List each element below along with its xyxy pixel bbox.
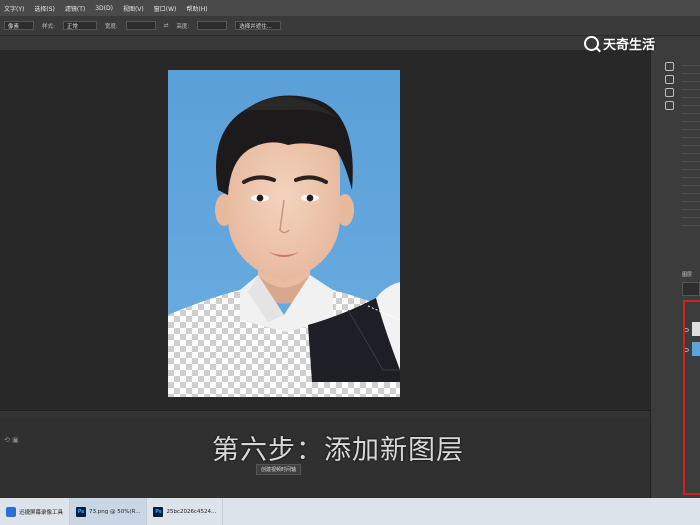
- panel-icon-column: [660, 58, 678, 128]
- document-tab-bar: [0, 36, 660, 50]
- properties-icon[interactable]: [664, 75, 674, 84]
- menu-3d[interactable]: 3D(D): [95, 5, 113, 12]
- menu-filter[interactable]: 滤镜(T): [65, 4, 85, 13]
- watermark-text: 天奇生活: [603, 38, 656, 53]
- taskbar-item-recorder[interactable]: 迅捷屏幕录像工具: [0, 498, 71, 525]
- taskbar-item-label: 迅捷屏幕录像工具: [19, 509, 64, 516]
- menu-window[interactable]: 窗口(W): [154, 4, 177, 13]
- step-caption: 第六步：添加新图层: [212, 435, 464, 466]
- taskbar: 迅捷屏幕录像工具 Ps 73.png @ 50%(R... Ps 25bc202…: [0, 498, 700, 525]
- layer-filter-field[interactable]: [682, 282, 700, 296]
- width-label: 宽度:: [104, 23, 118, 30]
- document-canvas[interactable]: [168, 70, 400, 397]
- menu-select[interactable]: 选择(S): [34, 4, 55, 13]
- menu-text[interactable]: 文字(Y): [4, 4, 24, 13]
- feather-field[interactable]: 像素: [4, 21, 34, 30]
- taskbar-item-photoshop-doc1[interactable]: Ps 73.png @ 50%(R...: [70, 498, 148, 525]
- height-field[interactable]: [197, 21, 228, 30]
- menu-help[interactable]: 帮助(H): [186, 4, 207, 13]
- horizontal-scrollbar[interactable]: [0, 410, 650, 418]
- height-label: 高度:: [176, 23, 190, 30]
- style-label: 样式:: [42, 23, 55, 30]
- history-list[interactable]: [682, 58, 700, 228]
- layers-panel-title: 图层: [682, 272, 693, 278]
- swap-icon[interactable]: ⇄: [164, 23, 169, 29]
- options-bar: 像素 样式: 正常 宽度: ⇄ 高度: 选择并遮住...: [0, 16, 700, 36]
- photoshop-app-icon: Ps: [153, 506, 164, 517]
- highlight-box: [683, 300, 700, 495]
- taskbar-item-label: 73.png @ 50%(R...: [89, 508, 141, 515]
- portrait-image: [168, 70, 400, 397]
- style-select[interactable]: 正常: [62, 21, 97, 30]
- photoshop-app-icon: Ps: [76, 506, 87, 517]
- recorder-app-icon: [6, 506, 16, 517]
- brush-icon[interactable]: [664, 101, 674, 110]
- history-icon[interactable]: [664, 62, 674, 71]
- menu-bar: 文字(Y) 选择(S) 滤镜(T) 3D(D) 视图(V) 窗口(W) 帮助(H…: [0, 0, 700, 16]
- adjustments-icon[interactable]: [664, 88, 674, 97]
- menu-view[interactable]: 视图(V): [123, 4, 144, 13]
- width-field[interactable]: [125, 21, 156, 30]
- taskbar-item-label: 25bc2026c4524...: [166, 508, 217, 515]
- timeline-controls-icon[interactable]: ⟲ ▣: [4, 436, 19, 444]
- search-logo-icon: [584, 36, 599, 51]
- watermark-logo: 天奇生活: [584, 34, 655, 53]
- select-and-mask-button[interactable]: 选择并遮住...: [235, 21, 282, 30]
- taskbar-item-photoshop-doc2[interactable]: Ps 25bc2026c4524...: [147, 498, 224, 525]
